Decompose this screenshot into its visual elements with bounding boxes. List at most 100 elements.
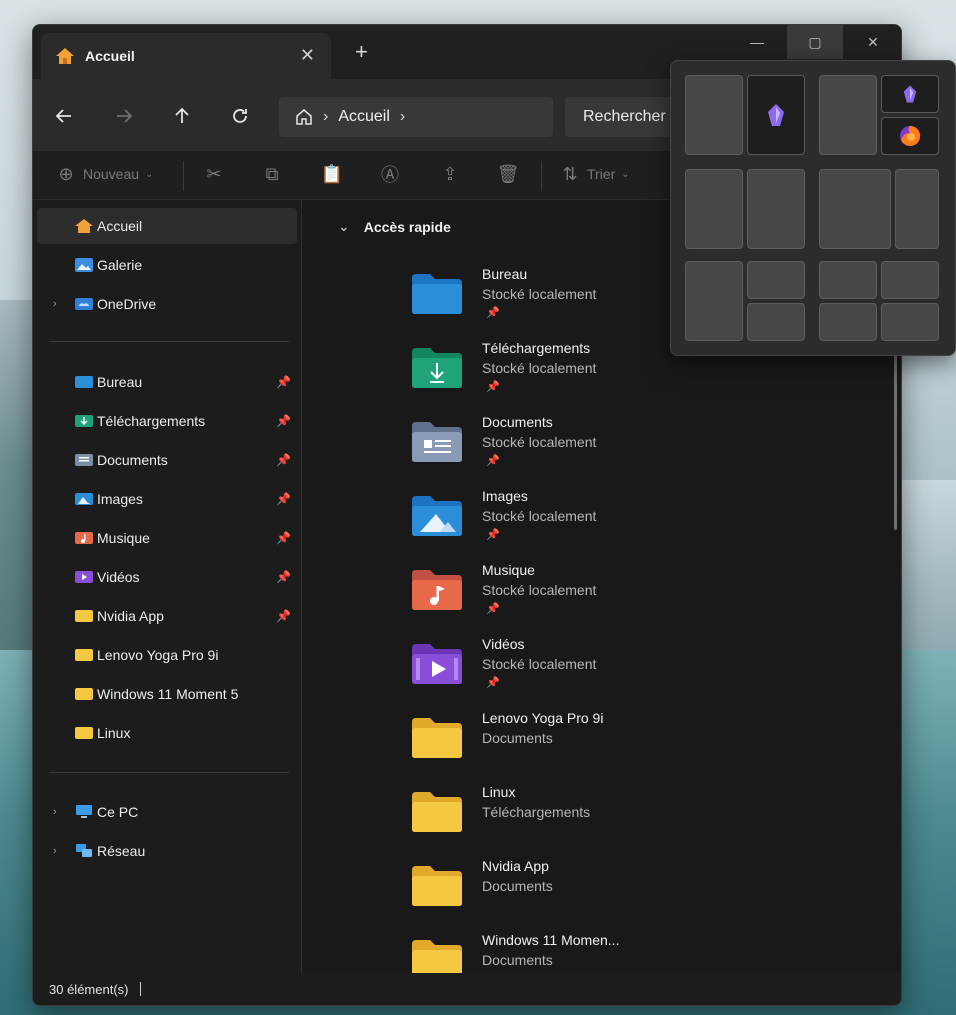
home-outline-icon [296,109,312,125]
item-name: Documents [482,414,553,430]
new-tab-button[interactable]: + [355,39,368,65]
search-placeholder: Rechercher [583,108,666,125]
chevron-right-icon[interactable]: › [53,806,57,818]
snap-zone[interactable] [881,303,939,341]
sidebar-item-windows11[interactable]: Windows 11 Moment 5 [37,676,297,712]
sidebar-item-images[interactable]: Images 📌 [37,481,297,517]
sidebar-item-nvidia-app[interactable]: Nvidia App 📌 [37,598,297,634]
sidebar-item-label: Lenovo Yoga Pro 9i [97,647,219,663]
music-folder-icon [75,532,93,544]
snap-zone[interactable] [747,303,805,341]
divider [183,161,184,191]
quick-access-item-images[interactable]: Images Stocké localement 📌 [406,488,806,558]
item-name: Musique [482,562,535,578]
sidebar-item-label: Vidéos [97,569,140,585]
chevron-down-icon: ⌄ [621,168,630,180]
sidebar-item-label: Bureau [97,374,143,390]
pin-icon: 📌 [276,531,291,545]
snap-zone[interactable] [881,261,939,299]
breadcrumb-accueil[interactable]: Accueil [338,108,390,126]
up-button[interactable] [167,101,197,131]
sidebar-item-label: Ce PC [97,804,139,820]
delete-button[interactable]: 🗑 [497,163,520,185]
tab-title: Accueil [85,48,135,64]
quick-access-header[interactable]: ⌄ Accès rapide [338,218,451,235]
snap-zone[interactable] [685,169,743,249]
sidebar-item-onedrive[interactable]: › OneDrive [37,286,297,322]
pin-icon: 📌 [276,453,291,467]
cut-button[interactable]: ✂ [203,163,225,185]
sidebar-item-accueil[interactable]: Accueil [37,208,297,244]
quick-access-item-musique[interactable]: Musique Stocké localement 📌 [406,562,806,632]
rename-button[interactable]: Ⓐ [379,163,401,185]
chevron-right-icon[interactable]: › [53,845,57,857]
sidebar-item-videos[interactable]: Vidéos 📌 [37,559,297,595]
close-window-button[interactable]: ✕ [845,25,901,59]
item-count: 30 élément(s) [49,981,129,997]
sidebar-item-bureau[interactable]: Bureau 📌 [37,364,297,400]
item-location: Stocké localement [482,582,597,598]
sidebar-item-reseau[interactable]: › Réseau [37,833,297,869]
desktop-folder-icon [75,376,93,388]
forward-button[interactable] [109,101,139,131]
folder-icon [412,718,462,758]
sort-button[interactable]: ⇅ Trier ⌄ [559,163,630,185]
snap-zone[interactable] [747,75,805,155]
quick-access-item-windows11[interactable]: Windows 11 Momen... Documents [406,932,806,973]
sidebar-item-label: Téléchargements [97,413,206,429]
snap-zone[interactable] [819,169,891,249]
folder-icon [412,792,462,832]
snap-zone[interactable] [819,261,877,299]
item-location: Stocké localement [482,360,597,376]
network-icon [76,844,92,857]
sidebar-item-telechargements[interactable]: Téléchargements 📌 [37,403,297,439]
paste-button[interactable]: 📋 [321,163,343,185]
snap-zone[interactable] [819,75,877,155]
snap-zone[interactable] [881,117,939,155]
status-bar: 30 élément(s) [33,973,901,1005]
chevron-right-icon[interactable]: › [400,108,405,126]
sidebar-item-musique[interactable]: Musique 📌 [37,520,297,556]
tab-accueil[interactable]: Accueil ✕ [41,33,331,79]
quick-access-item-lenovo[interactable]: Lenovo Yoga Pro 9i Documents [406,710,806,780]
sidebar-item-label: Images [97,491,143,507]
divider [541,161,542,191]
snap-zone[interactable] [747,169,805,249]
sidebar-item-galerie[interactable]: Galerie [37,247,297,283]
minimize-button[interactable]: — [729,25,785,59]
quick-access-item-nvidia-app[interactable]: Nvidia App Documents [406,858,806,928]
paste-icon: 📋 [320,163,344,184]
sidebar-divider [49,772,289,773]
sidebar-item-linux[interactable]: Linux [37,715,297,751]
refresh-button[interactable] [225,101,255,131]
new-button[interactable]: ⊕ Nouveau ⌄ [55,163,153,185]
snap-zone[interactable] [685,261,743,341]
sidebar-item-documents[interactable]: Documents 📌 [37,442,297,478]
maximize-button[interactable]: ▢ [787,25,843,59]
videos-folder-icon [412,644,462,684]
pin-icon: 📌 [486,307,500,319]
back-button[interactable] [49,101,79,131]
folder-icon [75,727,93,739]
snap-zone[interactable] [819,303,877,341]
item-name: Images [482,488,528,504]
share-button[interactable]: ⇪ [439,163,461,185]
copy-button[interactable]: ⧉ [261,163,283,185]
quick-access-item-documents[interactable]: Documents Stocké localement 📌 [406,414,806,484]
quick-access-item-linux[interactable]: Linux Téléchargements [406,784,806,854]
quick-access-item-videos[interactable]: Vidéos Stocké localement 📌 [406,636,806,706]
close-tab-icon[interactable]: ✕ [300,45,315,66]
snap-zone[interactable] [895,169,939,249]
snap-zone[interactable] [881,75,939,113]
sidebar-item-label: Nvidia App [97,608,164,624]
sidebar-item-ce-pc[interactable]: › Ce PC [37,794,297,830]
pin-icon: 📌 [486,603,500,615]
snap-zone[interactable] [747,261,805,299]
chevron-right-icon[interactable]: › [53,298,57,310]
vertical-scrollbar[interactable] [894,350,897,530]
snap-zone[interactable] [685,75,743,155]
address-bar[interactable]: › Accueil › [279,97,553,137]
sidebar-item-lenovo[interactable]: Lenovo Yoga Pro 9i [37,637,297,673]
scissors-icon: ✂ [206,163,222,184]
arrow-up-icon [175,107,189,123]
